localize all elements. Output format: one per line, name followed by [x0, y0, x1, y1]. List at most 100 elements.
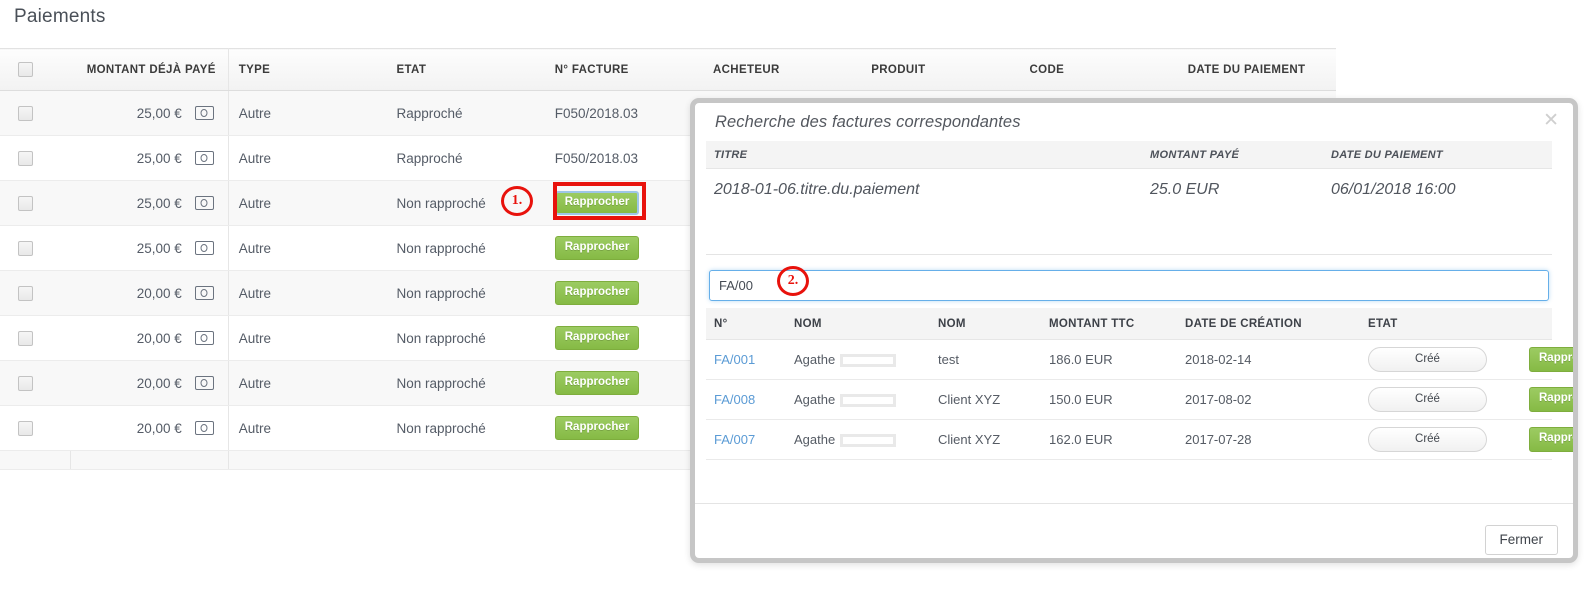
page-title: Paiements: [14, 6, 106, 27]
banknote-icon: [194, 331, 214, 345]
cell-etat: Non rapproché: [386, 225, 545, 271]
rapprocher-button[interactable]: Rapprocher: [554, 190, 640, 216]
select-all-header: [0, 48, 70, 91]
cell-type: Autre: [228, 135, 387, 181]
result-nom2: Client XYZ: [930, 419, 1041, 460]
close-modal-button[interactable]: Fermer: [1484, 525, 1558, 555]
cell-montant: 20,00 €: [70, 315, 229, 361]
results-header-montant-ttc[interactable]: MONTANT TTC: [1041, 308, 1177, 340]
amount-value: 20,00 €: [136, 285, 182, 301]
cell-facture: Rapprocher: [544, 225, 703, 271]
payments-table-header-row: MONTANT DÉJÀ PAYÉ TYPE ETAT N° FACTURE A…: [0, 48, 1336, 91]
invoice-number-link[interactable]: FA/007: [714, 432, 755, 447]
payment-info-header-montant: MONTANT PAYÉ: [1142, 141, 1323, 169]
result-action: Rapprocher: [1521, 419, 1573, 460]
results-header-action: [1521, 308, 1552, 340]
cell-facture: Rapprocher: [544, 315, 703, 361]
row-checkbox[interactable]: [18, 150, 33, 166]
column-header-produit[interactable]: PRODUIT: [861, 48, 1020, 91]
cell-etat: Rapproché: [386, 135, 545, 181]
rapprocher-button[interactable]: Rapprocher: [1529, 347, 1573, 372]
result-row[interactable]: FA/007 Agathe Client XYZ 162.0 EUR 2017-07-2…: [706, 419, 1573, 460]
result-montant-ttc: 150.0 EUR: [1041, 379, 1177, 420]
cell-facture: Rapprocher: [544, 405, 703, 451]
column-header-etat[interactable]: ETAT: [386, 48, 545, 91]
status-badge[interactable]: Créé: [1368, 386, 1487, 413]
cell-type: Autre: [228, 315, 387, 361]
result-nom1: Agathe: [786, 379, 930, 420]
results-header-num[interactable]: N°: [706, 308, 786, 340]
column-header-acheteur[interactable]: ACHETEUR: [703, 48, 862, 91]
result-etat: Créé: [1360, 419, 1521, 460]
cell-type: Autre: [228, 225, 387, 271]
cell-montant: 25,00 €: [70, 135, 229, 181]
cell-etat: Non rapproché: [386, 180, 545, 226]
results-header-nom2[interactable]: NOM: [930, 308, 1041, 340]
row-checkbox[interactable]: [18, 375, 33, 391]
redaction-box: [840, 394, 897, 408]
row-checkbox[interactable]: [18, 105, 33, 121]
result-nom2: test: [930, 339, 1041, 380]
rapprocher-button[interactable]: Rapprocher: [1529, 427, 1573, 452]
column-header-code[interactable]: CODE: [1019, 48, 1178, 91]
column-header-facture[interactable]: N° FACTURE: [544, 48, 703, 91]
result-num-cell: FA/001: [706, 339, 786, 380]
modal-title: Recherche des factures correspondantes: [715, 113, 1021, 131]
amount-value: 25,00 €: [136, 195, 182, 211]
matching-invoices-modal: Recherche des factures correspondantes ✕…: [690, 98, 1578, 563]
payment-info-table: TITRE MONTANT PAYÉ DATE DU PAIEMENT 2018…: [706, 141, 1552, 235]
rapprocher-button[interactable]: Rapprocher: [554, 370, 640, 396]
rapprocher-button[interactable]: Rapprocher: [554, 280, 640, 306]
cell-facture: F050/2018.03: [544, 135, 703, 181]
row-checkbox[interactable]: [18, 195, 33, 211]
result-row[interactable]: FA/008 Agathe Client XYZ 150.0 EUR 2017-08-0…: [706, 379, 1573, 420]
close-icon[interactable]: ✕: [1543, 111, 1559, 130]
column-header-montant[interactable]: MONTANT DÉJÀ PAYÉ: [70, 48, 229, 91]
cell-type: Autre: [228, 360, 387, 406]
invoice-number-link[interactable]: FA/001: [714, 352, 755, 367]
banknote-icon: [194, 241, 214, 255]
cell-montant: 20,00 €: [70, 360, 229, 406]
row-checkbox[interactable]: [18, 420, 33, 436]
payment-info-titre: 2018-01-06.titre.du.paiement: [714, 181, 920, 198]
column-header-date-paiement[interactable]: DATE DU PAIEMENT: [1177, 48, 1336, 91]
status-badge[interactable]: Créé: [1368, 346, 1487, 373]
row-select-cell: [0, 360, 70, 406]
invoice-number-link[interactable]: FA/008: [714, 392, 755, 407]
result-row[interactable]: FA/001 Agathe test 186.0 EUR 2018-02-14 Créé R…: [706, 339, 1573, 380]
results-header-nom1[interactable]: NOM: [786, 308, 930, 340]
row-checkbox[interactable]: [18, 240, 33, 256]
cell-type: Autre: [228, 180, 387, 226]
cell-montant: 25,00 €: [70, 90, 229, 136]
result-date-creation: 2018-02-14: [1177, 339, 1360, 380]
amount-value: 25,00 €: [136, 150, 182, 166]
search-input[interactable]: [709, 270, 1549, 301]
amount-value: 20,00 €: [136, 330, 182, 346]
payment-info-date: 06/01/2018 16:00: [1331, 181, 1456, 198]
result-nom1: Agathe: [786, 339, 930, 380]
cell-etat: Rapproché: [386, 90, 545, 136]
banknote-icon: [194, 286, 214, 300]
row-checkbox[interactable]: [18, 285, 33, 301]
results-header-date-creation[interactable]: DATE DE CRÉATION: [1177, 308, 1360, 340]
amount-value: 20,00 €: [136, 375, 182, 391]
banknote-icon: [194, 151, 214, 165]
rapprocher-button[interactable]: Rapprocher: [554, 415, 640, 441]
rapprocher-button[interactable]: Rapprocher: [554, 235, 640, 261]
banknote-icon: [194, 106, 214, 120]
rapprocher-button[interactable]: Rapprocher: [554, 325, 640, 351]
status-badge[interactable]: Créé: [1368, 426, 1487, 453]
payment-info-header-date: DATE DU PAIEMENT: [1323, 141, 1552, 169]
column-header-type[interactable]: TYPE: [228, 48, 387, 91]
select-all-checkbox[interactable]: [18, 62, 33, 77]
cell-montant: 20,00 €: [70, 405, 229, 451]
results-header-etat[interactable]: ETAT: [1360, 308, 1521, 340]
payment-info-row: 2018-01-06.titre.du.paiement 25.0 EUR 06…: [706, 169, 1552, 236]
banknote-icon: [194, 421, 214, 435]
result-date-creation: 2017-07-28: [1177, 419, 1360, 460]
row-select-cell: [0, 135, 70, 181]
redaction-box: [840, 354, 897, 368]
result-action: Rapprocher: [1521, 339, 1573, 380]
rapprocher-button[interactable]: Rapprocher: [1529, 387, 1573, 412]
row-checkbox[interactable]: [18, 330, 33, 346]
